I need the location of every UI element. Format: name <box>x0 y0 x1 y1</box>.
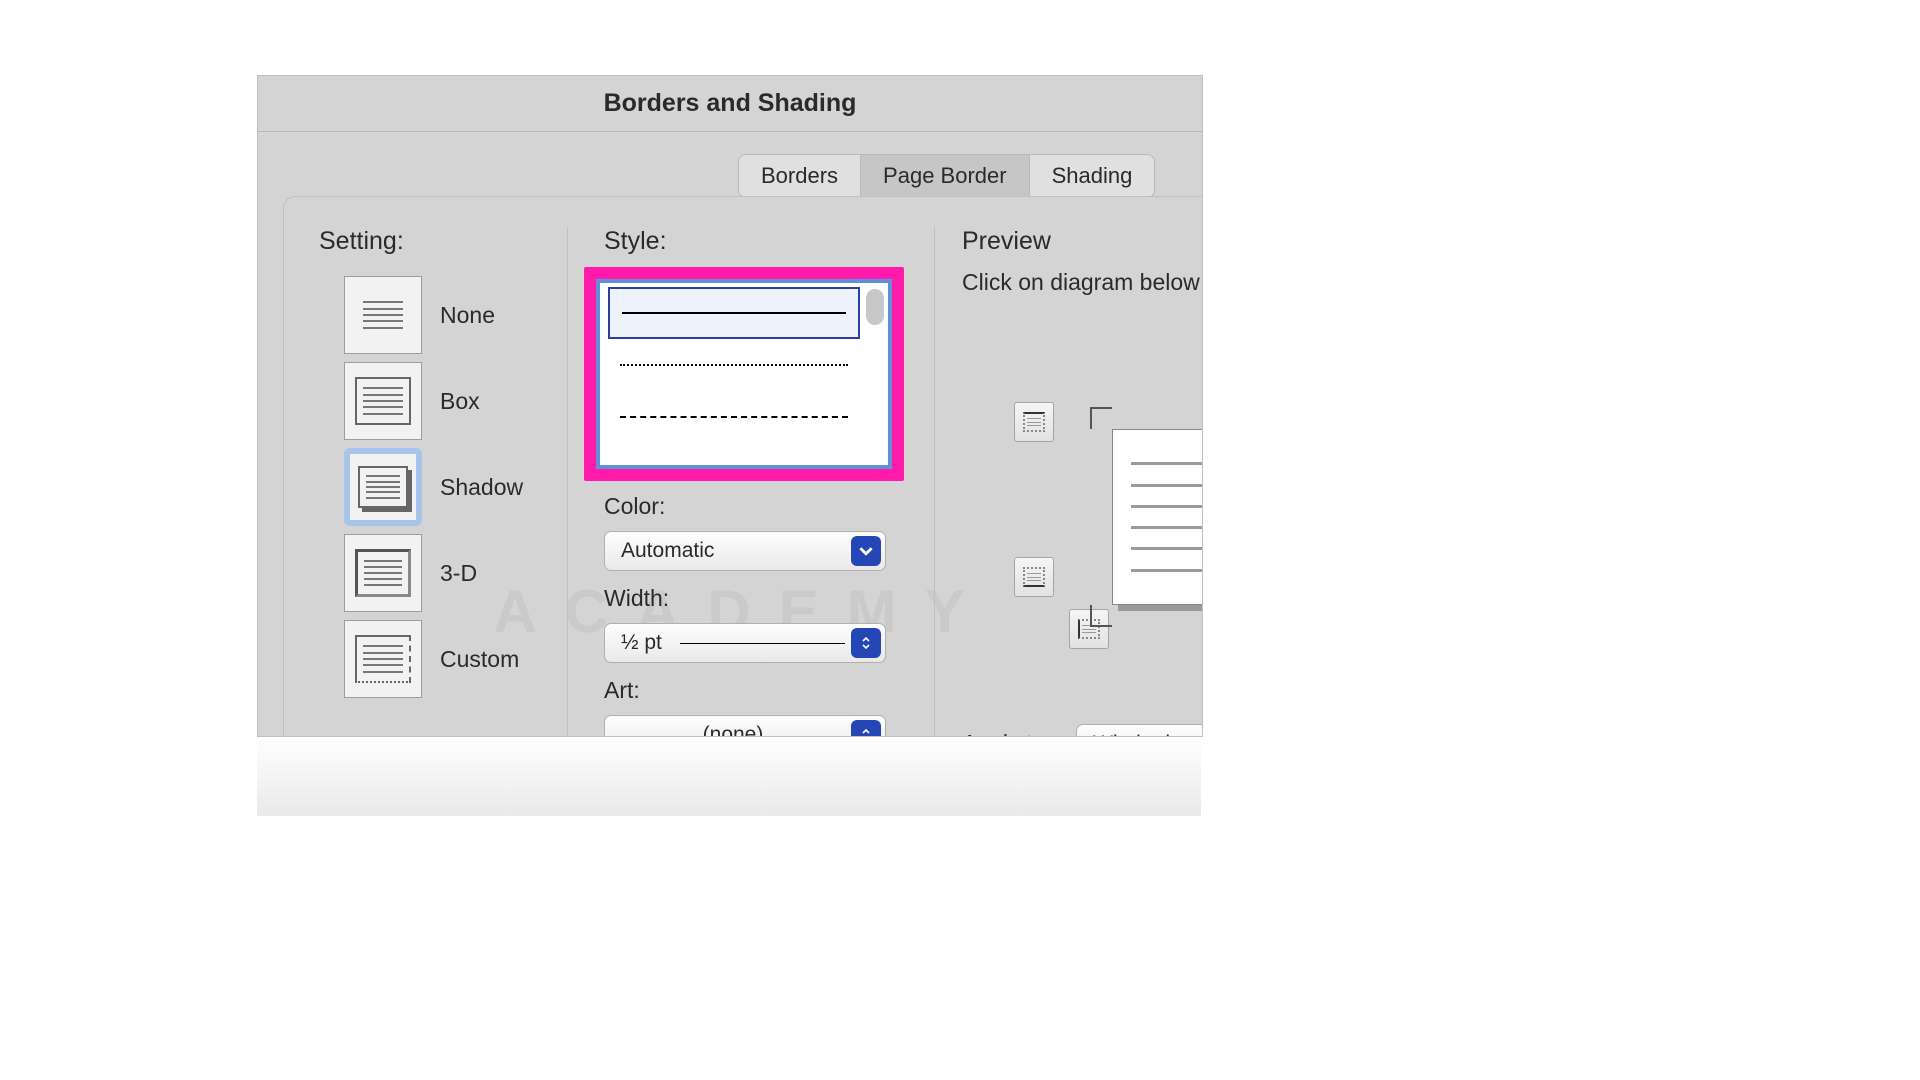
art-value: (none) <box>703 723 764 737</box>
setting-box-label: Box <box>440 388 480 415</box>
setting-box[interactable] <box>344 362 422 440</box>
style-scrollbar[interactable] <box>866 289 884 459</box>
dialog-title: Borders and Shading <box>258 76 1202 132</box>
divider-2 <box>934 227 935 737</box>
preview-label: Preview <box>962 227 1051 256</box>
art-label: Art: <box>604 677 640 704</box>
tab-shading[interactable]: Shading <box>1029 155 1155 197</box>
stepper-icon <box>851 720 881 737</box>
setting-3d[interactable] <box>344 534 422 612</box>
setting-3d-label: 3-D <box>440 560 477 587</box>
setting-none[interactable] <box>344 276 422 354</box>
setting-label: Setting: <box>319 227 404 256</box>
setting-list: None Box Shadow 3-D Custom <box>344 272 523 702</box>
reflection <box>257 736 1201 816</box>
setting-shadow[interactable] <box>344 448 422 526</box>
apply-to-value: Whole doc <box>1093 732 1192 737</box>
art-dropdown[interactable]: (none) <box>604 715 886 737</box>
setting-custom-label: Custom <box>440 646 519 673</box>
color-label: Color: <box>604 493 665 520</box>
preview-diagram[interactable] <box>1090 407 1203 627</box>
apply-to-label: Apply to: <box>962 730 1052 737</box>
chevron-down-icon <box>851 536 881 566</box>
tab-borders[interactable]: Borders <box>739 155 860 197</box>
divider-1 <box>567 227 568 737</box>
style-item-solid[interactable] <box>608 287 860 339</box>
preview-hint: Click on diagram below <box>962 269 1200 296</box>
stepper-icon <box>851 628 881 658</box>
preview-toggle-top[interactable] <box>1014 402 1054 442</box>
dialog-panel: ACADEMY Setting: Style: Preview Click on… <box>283 196 1202 736</box>
width-label: Width: <box>604 585 669 612</box>
style-item-dashed[interactable] <box>608 391 860 443</box>
setting-shadow-label: Shadow <box>440 474 523 501</box>
preview-toggle-bottom[interactable] <box>1014 557 1054 597</box>
width-sample-line <box>680 643 845 644</box>
style-item-dotted[interactable] <box>608 339 860 391</box>
tab-page-border[interactable]: Page Border <box>860 155 1029 197</box>
width-value: ½ pt <box>621 631 662 655</box>
color-dropdown[interactable]: Automatic <box>604 531 886 571</box>
tab-bar: Borders Page Border Shading <box>738 154 1155 198</box>
style-listbox[interactable] <box>596 279 892 469</box>
style-label: Style: <box>604 227 667 256</box>
color-value: Automatic <box>621 539 714 563</box>
setting-none-label: None <box>440 302 495 329</box>
style-highlight <box>584 267 904 481</box>
apply-to-dropdown[interactable]: Whole doc <box>1076 724 1203 737</box>
setting-custom[interactable] <box>344 620 422 698</box>
dialog-borders-shading: Borders and Shading Borders Page Border … <box>257 75 1203 737</box>
width-dropdown[interactable]: ½ pt <box>604 623 886 663</box>
